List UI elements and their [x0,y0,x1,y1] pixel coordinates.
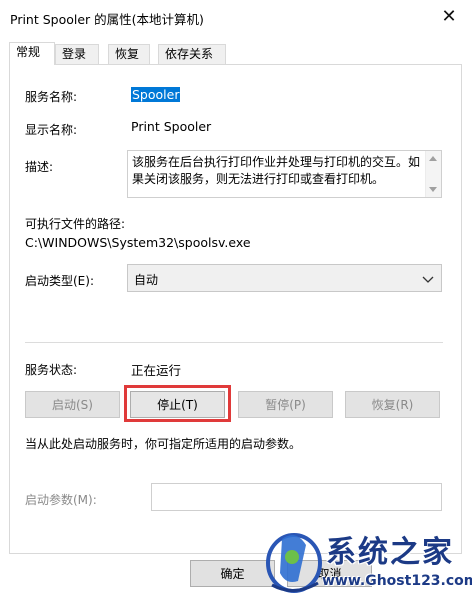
stop-button-highlight [124,385,231,422]
divider [25,342,443,343]
tab-logon[interactable]: 登录 [55,44,99,64]
startup-type-select[interactable]: 自动 [127,264,442,292]
description-box[interactable]: 该服务在后台执行打印作业并处理与打印机的交互。如果关闭该服务，则无法进行打印或查… [127,150,442,198]
chevron-down-icon [422,276,434,283]
startup-type-label: 启动类型(E): [25,274,94,288]
tab-general[interactable]: 常规 [9,42,55,65]
service-name-label: 服务名称: [25,90,78,104]
tab-dependencies[interactable]: 依存关系 [158,44,226,64]
service-status-value: 正在运行 [131,363,182,378]
startup-type-value: 自动 [134,273,159,287]
watermark-url: www.Ghost123.com [322,573,472,589]
pause-button[interactable]: 暂停(P) [238,391,333,418]
title-bar: Print Spooler 的属性(本地计算机) ✕ [0,0,472,32]
start-params-input[interactable] [151,483,442,511]
description-text: 该服务在后台执行打印作业并处理与打印机的交互。如果关闭该服务，则无法进行打印或查… [132,155,421,186]
watermark: 系统之家 www.Ghost123.com [262,523,472,599]
close-button[interactable]: ✕ [426,0,472,32]
description-scrollbar[interactable] [425,151,441,197]
close-icon: ✕ [441,5,457,27]
scroll-down-icon[interactable] [429,187,437,192]
start-params-label: 启动参数(M): [25,493,97,507]
scroll-up-icon[interactable] [429,156,437,161]
exe-path-value: C:\WINDOWS\System32\spoolsv.exe [25,235,251,250]
watermark-title: 系统之家 [326,535,454,570]
display-name-value[interactable]: Print Spooler [131,119,211,134]
display-name-label: 显示名称: [25,123,78,137]
tab-strip: 常规 登录 恢复 依存关系 [9,42,463,65]
service-name-text: Spooler [131,87,181,102]
service-status-label: 服务状态: [25,363,78,377]
resume-button[interactable]: 恢复(R) [345,391,440,418]
start-button[interactable]: 启动(S) [25,391,120,418]
tab-recovery[interactable]: 恢复 [108,44,150,64]
description-label: 描述: [25,160,54,174]
exe-path-label: 可执行文件的路径: [25,217,126,231]
service-name-value[interactable]: Spooler [131,87,181,102]
watermark-logo-icon [266,533,322,593]
start-params-hint: 当从此处启动服务时，你可指定所适用的启动参数。 [25,437,302,451]
window-title: Print Spooler 的属性(本地计算机) [10,12,204,27]
